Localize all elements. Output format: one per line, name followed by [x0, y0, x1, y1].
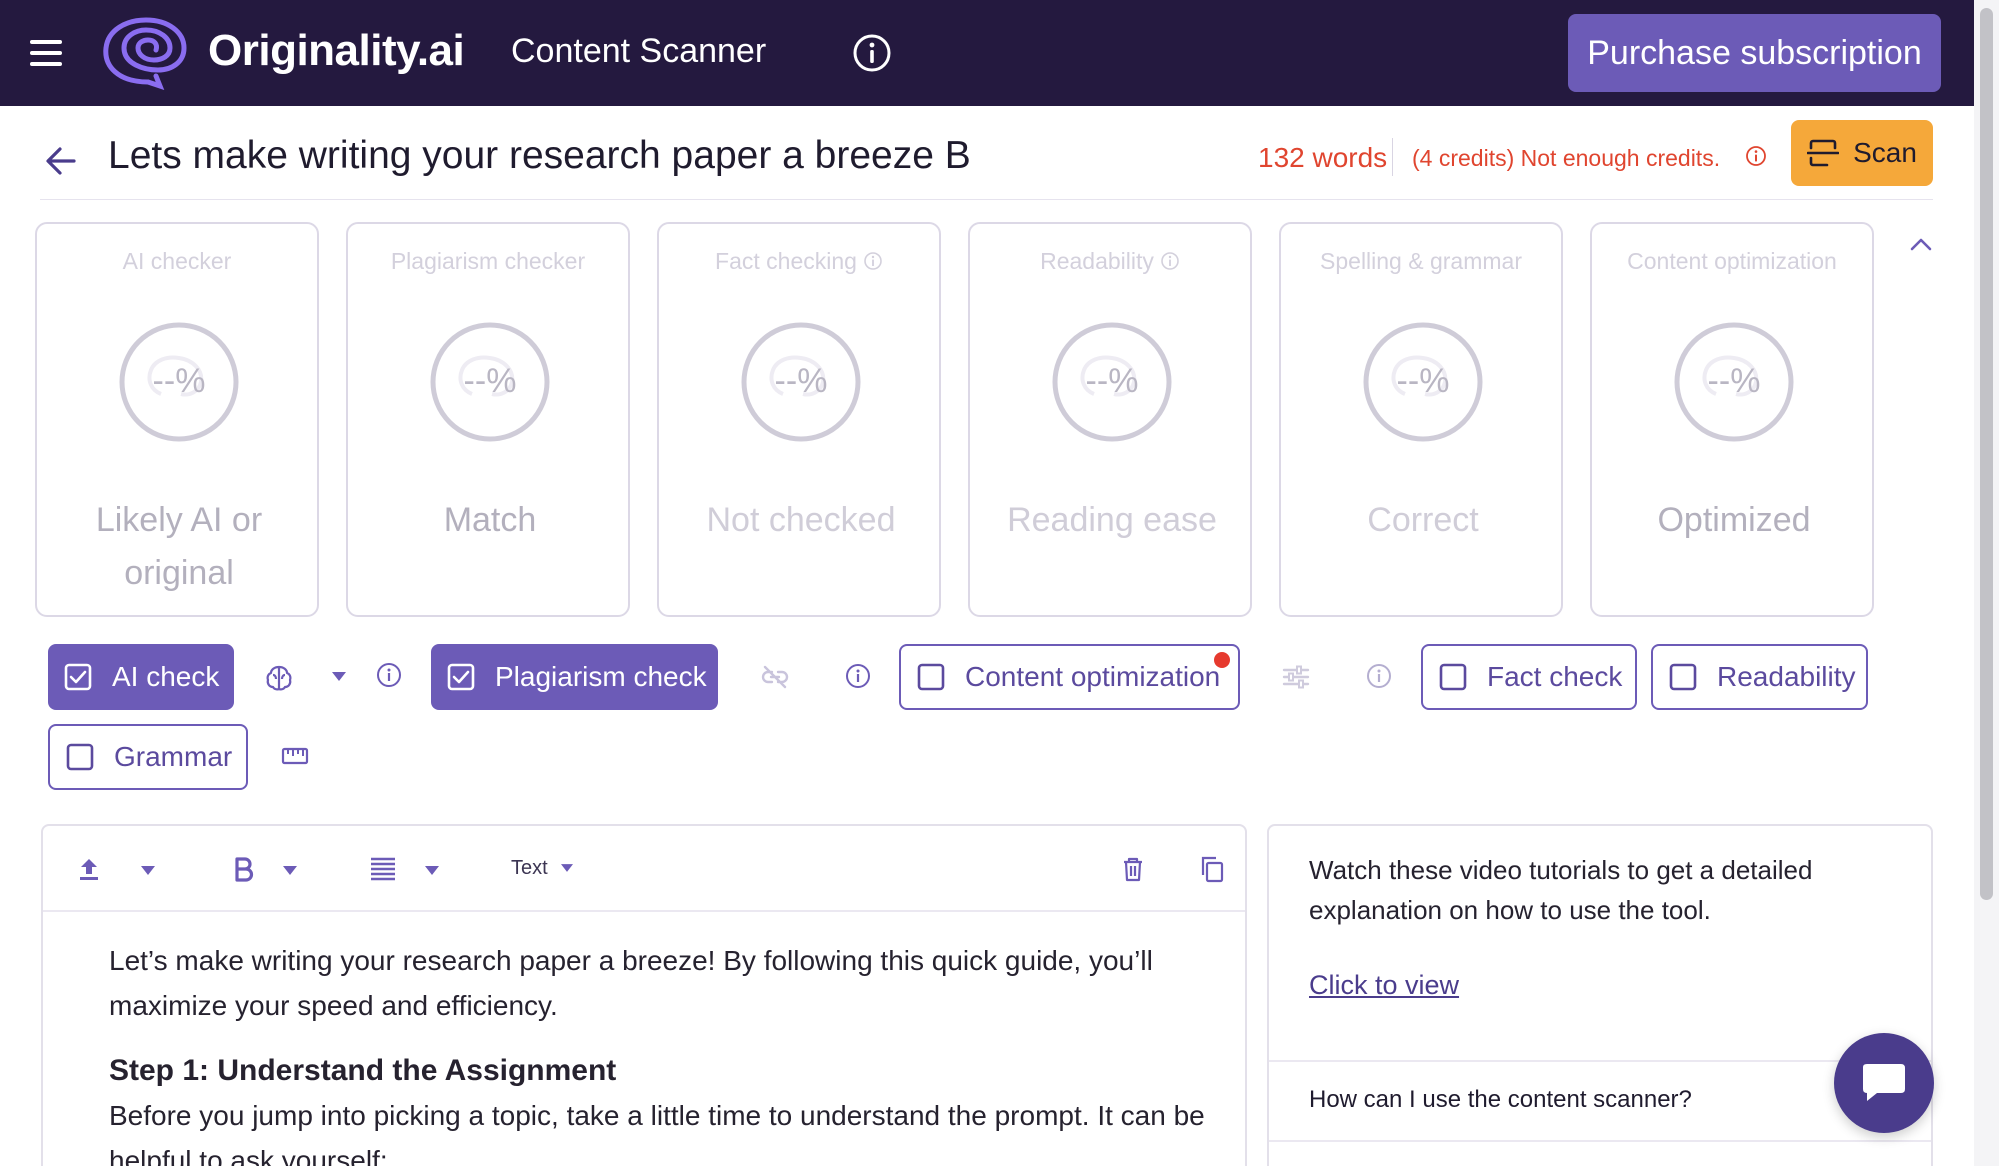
- card-result: Match: [443, 501, 537, 539]
- chat-bubble-icon: [1863, 1064, 1905, 1101]
- info-icon[interactable]: [376, 662, 402, 688]
- bold-icon[interactable]: [229, 855, 257, 883]
- text-style-label: Text: [511, 857, 548, 879]
- readability-label: Readability: [1717, 661, 1856, 692]
- brain-icon[interactable]: [263, 662, 295, 694]
- paragraph: Let’s make writing your research paper a…: [109, 945, 1153, 1021]
- info-icon[interactable]: [1745, 145, 1767, 167]
- hamburger-icon[interactable]: [30, 40, 62, 66]
- caret-down-icon[interactable]: [141, 866, 155, 875]
- purchase-subscription-button[interactable]: Purchase subscription: [1568, 14, 1941, 92]
- plagiarism-checker-card[interactable]: Plagiarism checker --% Match: [346, 222, 630, 617]
- card-label: Fact checking: [659, 248, 939, 275]
- chat-button[interactable]: [1834, 1033, 1934, 1133]
- checkbox-empty-icon: [1439, 663, 1467, 691]
- fact-check-label: Fact check: [1487, 661, 1623, 692]
- paragraph: Before you jump into picking a topic, ta…: [109, 1100, 1205, 1166]
- heading: Step 1: Understand the Assignment: [109, 1054, 617, 1087]
- brand-name[interactable]: Originality.ai: [208, 26, 465, 76]
- card-result: Correct: [1367, 501, 1479, 539]
- info-icon[interactable]: [1160, 251, 1180, 271]
- readability-toggle[interactable]: Readability: [1651, 644, 1868, 710]
- divider: [1269, 1140, 1931, 1142]
- info-icon[interactable]: [852, 33, 892, 73]
- score-value: --%: [1707, 362, 1761, 400]
- fact-check-toggle[interactable]: Fact check: [1421, 644, 1637, 710]
- tutorial-intro: Watch these video tutorials to get a det…: [1309, 855, 1813, 925]
- fact-checking-card[interactable]: Fact checking --% Not checked: [657, 222, 941, 617]
- editor-content[interactable]: Let’s make writing your research paper a…: [109, 938, 1209, 1166]
- chevron-up-icon[interactable]: [1908, 234, 1934, 254]
- ai-checker-card[interactable]: AI checker --% Likely AI or original: [35, 222, 319, 617]
- ai-check-label: AI check: [112, 661, 220, 692]
- ruler-icon[interactable]: [280, 741, 310, 771]
- link-off-icon[interactable]: [759, 661, 791, 693]
- align-justify-icon[interactable]: [369, 855, 397, 883]
- card-result: Reading ease: [1007, 501, 1217, 539]
- upload-icon[interactable]: [75, 855, 103, 883]
- card-label: Readability: [970, 248, 1250, 275]
- info-icon[interactable]: [1366, 663, 1392, 689]
- caret-down-icon: [561, 864, 574, 872]
- content-optimization-toggle[interactable]: Content optimization: [899, 644, 1240, 710]
- divider: [40, 199, 1933, 200]
- score-value: --%: [152, 362, 206, 400]
- caret-down-icon[interactable]: [425, 866, 439, 875]
- divider: [1392, 138, 1393, 176]
- checkbox-checked-icon: [64, 663, 92, 691]
- tutorial-panel: Watch these video tutorials to get a det…: [1267, 824, 1933, 1166]
- divider: [1269, 1060, 1931, 1062]
- scan-button[interactable]: Scan: [1791, 120, 1933, 186]
- score-value: --%: [774, 362, 828, 400]
- word-count: 132 words: [1258, 142, 1388, 173]
- document-title[interactable]: Lets make writing your research paper a …: [108, 134, 971, 178]
- checkbox-checked-icon: [447, 663, 475, 691]
- card-label: Spelling & grammar: [1320, 248, 1522, 274]
- checkbox-empty-icon: [917, 663, 945, 691]
- notification-dot: [1214, 652, 1230, 668]
- plagiarism-check-toggle[interactable]: Plagiarism check: [431, 644, 718, 710]
- grammar-label: Grammar: [114, 741, 233, 772]
- score-value: --%: [463, 362, 517, 400]
- copy-icon[interactable]: [1198, 855, 1226, 883]
- grammar-toggle[interactable]: Grammar: [48, 724, 248, 790]
- trash-icon[interactable]: [1119, 855, 1147, 883]
- spelling-grammar-card[interactable]: Spelling & grammar --% Correct: [1279, 222, 1563, 617]
- card-label: AI checker: [122, 248, 232, 274]
- card-result: Likely AI or original: [95, 501, 263, 592]
- info-icon[interactable]: [863, 251, 883, 271]
- plagiarism-check-label: Plagiarism check: [495, 661, 707, 692]
- checkbox-empty-icon: [66, 743, 94, 771]
- brain-swirl-logo-icon[interactable]: [98, 16, 190, 90]
- top-bar: Originality.ai Content Scanner Purchase …: [0, 0, 1974, 106]
- scan-label: Scan: [1853, 137, 1917, 168]
- caret-down-icon[interactable]: [332, 672, 346, 681]
- content-optimization-label: Content optimization: [965, 661, 1221, 692]
- info-icon[interactable]: [845, 663, 871, 689]
- sliders-icon[interactable]: [1280, 661, 1312, 693]
- text-style-dropdown[interactable]: Text: [511, 857, 574, 880]
- card-label: Plagiarism checker: [390, 248, 586, 274]
- checkbox-empty-icon: [1669, 663, 1697, 691]
- back-arrow-icon[interactable]: [44, 144, 78, 178]
- faq-item[interactable]: How can I use the content scanner?: [1309, 1086, 1692, 1114]
- click-to-view-link[interactable]: Click to view: [1309, 970, 1459, 1001]
- caret-down-icon[interactable]: [283, 866, 297, 875]
- editor-toolbar: Text: [43, 826, 1245, 912]
- scan-icon: [1807, 139, 1840, 167]
- ai-check-toggle[interactable]: AI check: [48, 644, 234, 710]
- card-result: Not checked: [706, 501, 896, 539]
- credits-warning: (4 credits) Not enough credits.: [1412, 145, 1721, 171]
- scrollbar-thumb[interactable]: [1980, 8, 1993, 900]
- content-optimization-card[interactable]: Content optimization --% Optimized: [1590, 222, 1874, 617]
- score-value: --%: [1396, 362, 1450, 400]
- app-title: Content Scanner: [511, 32, 767, 70]
- text-editor: Text Let’s make writing your research pa…: [41, 824, 1247, 1166]
- score-value: --%: [1085, 362, 1139, 400]
- card-result: Optimized: [1657, 501, 1811, 539]
- card-label: Content optimization: [1627, 248, 1837, 274]
- readability-card[interactable]: Readability --% Reading ease: [968, 222, 1252, 617]
